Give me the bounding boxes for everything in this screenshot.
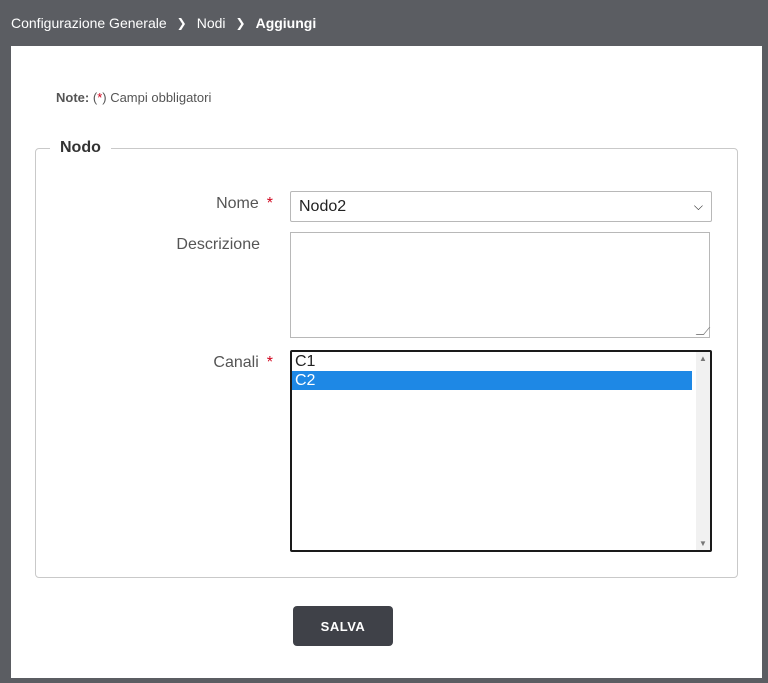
nome-select[interactable]: Nodo2 ⌵ — [290, 191, 712, 222]
canali-label: Canali * — [213, 354, 273, 372]
canali-scrollbar[interactable]: ▲ ▼ — [696, 352, 710, 550]
nome-required-mark: * — [266, 195, 273, 212]
breadcrumb: Configurazione Generale ❯ Nodi ❯ Aggiung… — [0, 0, 768, 46]
scroll-up-arrow-icon[interactable]: ▲ — [696, 354, 710, 363]
breadcrumb-configurazione-generale[interactable]: Configurazione Generale — [11, 15, 167, 31]
nome-select-value: Nodo2 — [299, 197, 347, 215]
save-button[interactable]: SALVA — [293, 606, 393, 646]
nome-label-text: Nome — [216, 195, 259, 212]
resize-handle-icon[interactable] — [695, 327, 711, 335]
nome-label: Nome * — [216, 195, 273, 213]
main-content: Note: (*) Campi obbligatori Nodo Nome * N… — [11, 46, 762, 678]
chevron-down-icon: ⌵ — [693, 199, 703, 213]
required-fields-note: Note: (*) Campi obbligatori — [56, 90, 211, 105]
nodo-fieldset: Nodo Nome * Nodo2 ⌵ Descrizione Canali * — [35, 139, 738, 578]
note-label: Note: — [56, 90, 90, 105]
descrizione-label-text: Descrizione — [176, 236, 260, 253]
descrizione-textarea[interactable] — [290, 232, 711, 338]
canali-required-mark: * — [266, 354, 273, 371]
chevron-right-icon: ❯ — [235, 16, 246, 30]
chevron-right-icon: ❯ — [176, 16, 187, 30]
breadcrumb-nodi[interactable]: Nodi — [197, 15, 226, 31]
breadcrumb-aggiungi: Aggiungi — [255, 15, 317, 31]
canali-option-c2[interactable]: C2 — [292, 371, 692, 390]
canali-label-text: Canali — [213, 354, 259, 371]
fieldset-legend: Nodo — [60, 139, 101, 156]
descrizione-label: Descrizione — [176, 236, 260, 254]
scroll-down-arrow-icon[interactable]: ▼ — [696, 539, 710, 548]
note-text: ) Campi obbligatori — [102, 90, 212, 105]
canali-option-c1[interactable]: C1 — [292, 352, 692, 371]
canali-multiselect[interactable]: C1 C2 ▲ ▼ — [290, 350, 712, 552]
